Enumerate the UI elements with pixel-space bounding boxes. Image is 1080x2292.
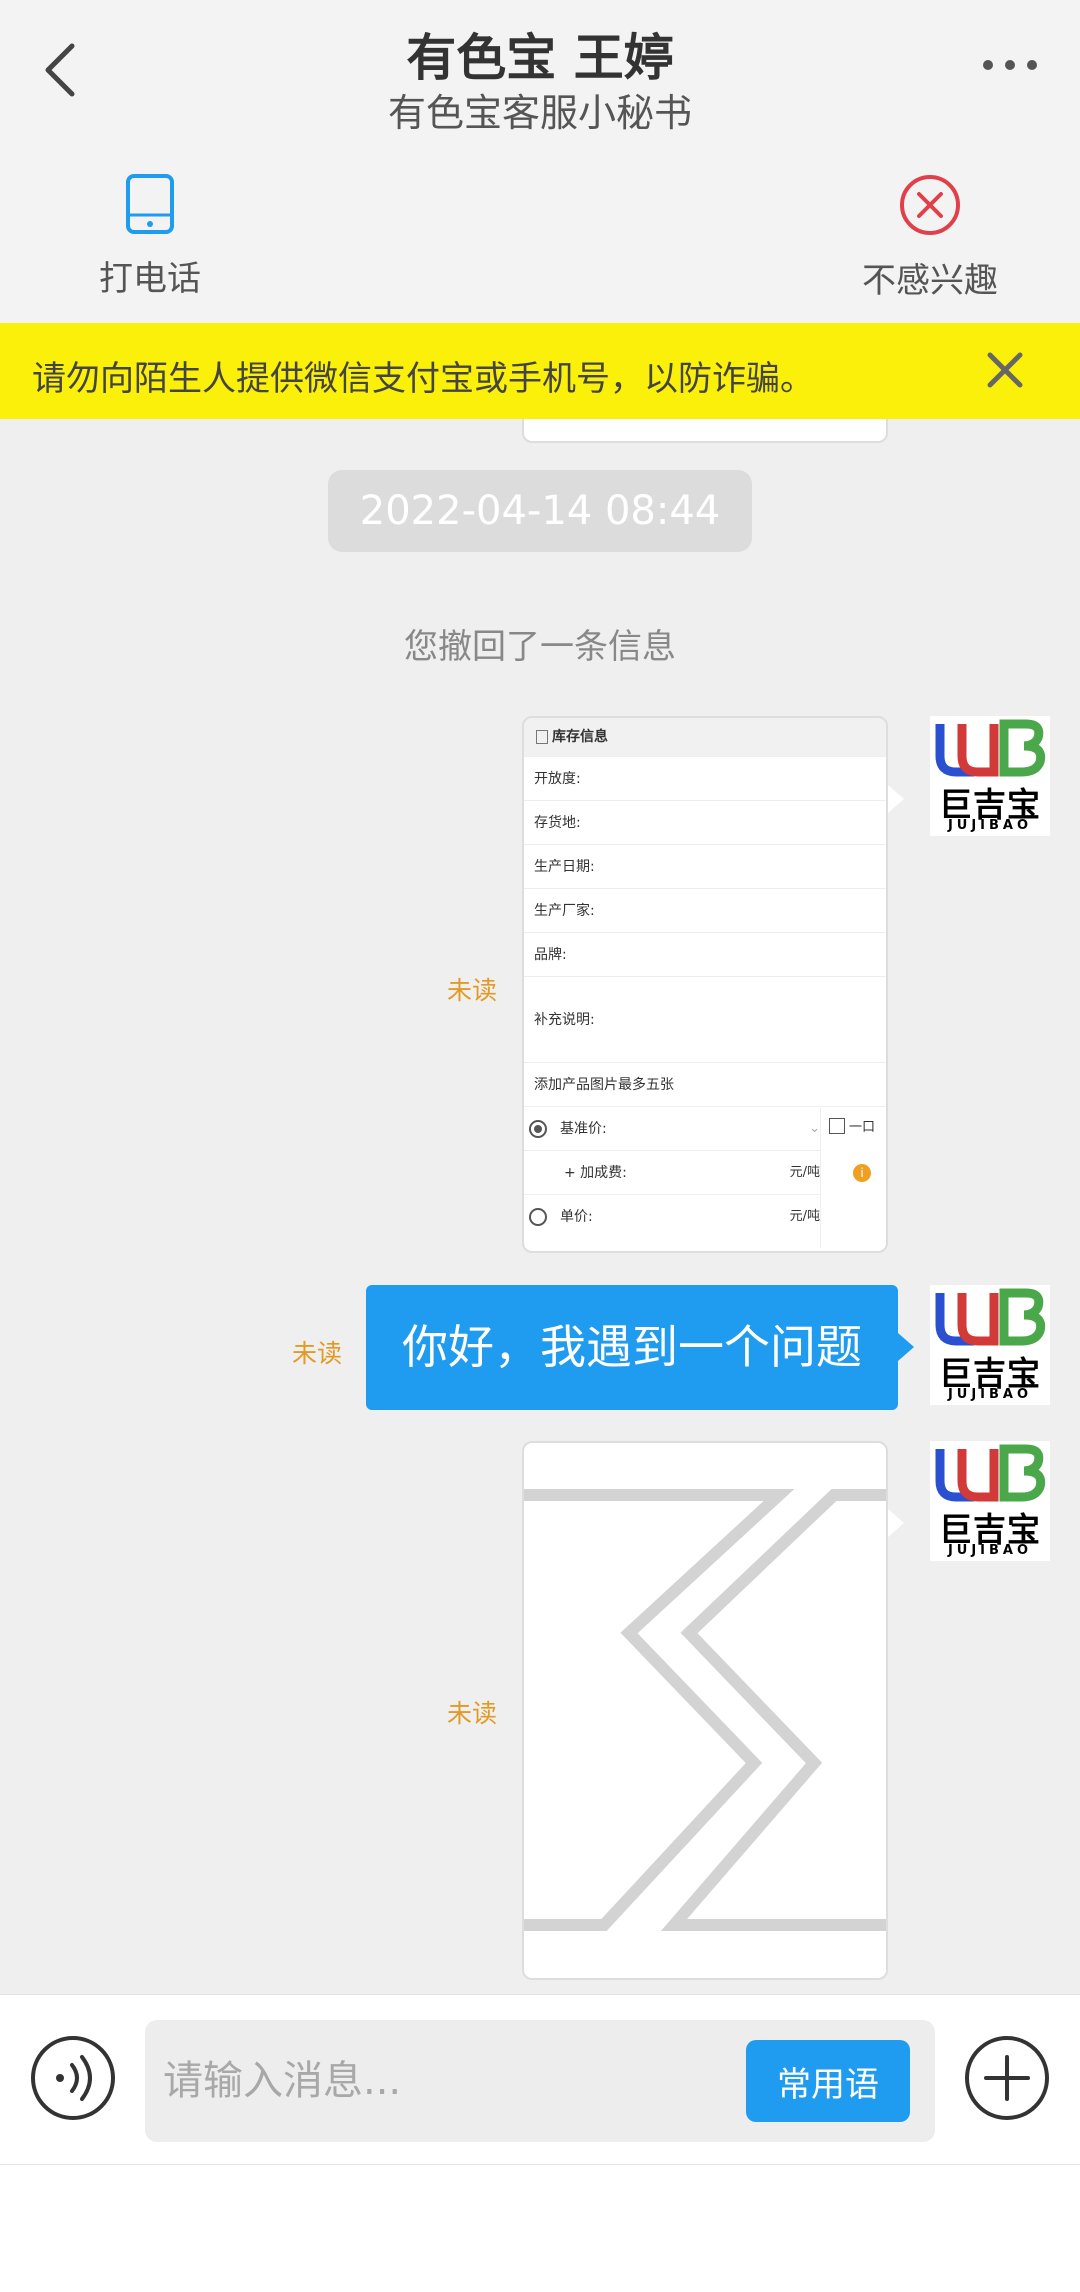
previous-message-fragment — [522, 419, 888, 443]
not-interested-button[interactable]: 不感兴趣 — [830, 173, 1030, 302]
chat-header: 有色宝 王婷 有色宝客服小秘书 — [0, 0, 1080, 155]
warning-text: 请勿向陌生人提供微信支付宝或手机号，以防诈骗。 — [32, 359, 814, 399]
common-phrases-button[interactable]: 常用语 — [746, 2040, 910, 2122]
unread-label: 未读 — [447, 1699, 498, 1728]
avatar[interactable]: 巨吉宝 JUJIBAO — [930, 1285, 1050, 1405]
inventory-card-image[interactable]: 库存信息 开放度: 存货地: 生产日期: 生产厂家: 品牌: 补充说明: 添加产… — [522, 716, 888, 1253]
message-composer: 常用语 — [0, 1994, 1080, 2164]
inventory-row: 品牌: — [524, 932, 886, 976]
bottom-safe-area — [0, 2164, 1080, 2292]
voice-input-icon[interactable] — [30, 2035, 116, 2121]
checkbox-icon — [829, 1118, 845, 1134]
inventory-row: 存货地: — [524, 800, 886, 844]
chat-subtitle: 有色宝客服小秘书 — [387, 91, 692, 135]
recall-notice: 您撤回了一条信息 — [404, 627, 676, 667]
not-interested-label: 不感兴趣 — [862, 261, 998, 301]
unread-label: 未读 — [447, 976, 498, 1005]
message-timestamp: 2022-04-14 08:44 — [328, 470, 752, 552]
phone-icon — [126, 174, 174, 234]
radio-selected-icon — [529, 1120, 547, 1138]
bubble-tail — [888, 1509, 904, 1537]
close-icon[interactable] — [982, 347, 1028, 393]
inventory-row: 开放度: — [524, 756, 886, 800]
bubble-tail — [898, 1333, 914, 1361]
avatar[interactable]: 巨吉宝 JUJIBAO — [930, 1441, 1050, 1561]
call-label: 打电话 — [99, 259, 201, 299]
inventory-side-panel: 一口 i — [820, 1108, 886, 1248]
plus-icon[interactable] — [964, 2035, 1050, 2121]
chevron-down-icon: ⌄ — [809, 1121, 820, 1136]
inventory-row: 生产厂家: — [524, 888, 886, 932]
chat-title: 有色宝 王婷 — [406, 29, 674, 87]
contact-actions: 打电话 不感兴趣 — [0, 155, 1080, 323]
inventory-card-title: 库存信息 — [524, 718, 886, 756]
call-button[interactable]: 打电话 — [50, 173, 250, 300]
note-icon — [536, 730, 548, 744]
image-message[interactable] — [522, 1441, 888, 1980]
jujibao-logo-icon — [935, 1288, 1046, 1346]
info-icon: i — [853, 1164, 871, 1182]
side-check-label: 一口 — [849, 1120, 876, 1135]
image-placeholder-icon — [524, 1489, 886, 1931]
inventory-photos-row: 添加产品图片最多五张 — [524, 1062, 886, 1106]
radio-empty-icon — [529, 1208, 547, 1226]
more-options-icon[interactable] — [980, 55, 1040, 75]
close-circle-icon — [900, 175, 960, 235]
text-message-bubble[interactable]: 你好，我遇到一个问题 — [366, 1285, 898, 1410]
inventory-row: 生产日期: — [524, 844, 886, 888]
chat-message-list[interactable]: 2022-04-14 08:44 您撤回了一条信息 未读 库存信息 开放度: 存… — [0, 419, 1080, 1994]
fraud-warning-banner: 请勿向陌生人提供微信支付宝或手机号，以防诈骗。 — [0, 323, 1080, 419]
unread-label: 未读 — [292, 1339, 343, 1368]
inventory-note-row: 补充说明: — [524, 976, 886, 1062]
avatar[interactable]: 巨吉宝 JUJIBAO — [930, 716, 1050, 836]
jujibao-logo-icon — [935, 719, 1046, 777]
bubble-tail — [888, 785, 904, 813]
jujibao-logo-icon — [935, 1444, 1046, 1502]
